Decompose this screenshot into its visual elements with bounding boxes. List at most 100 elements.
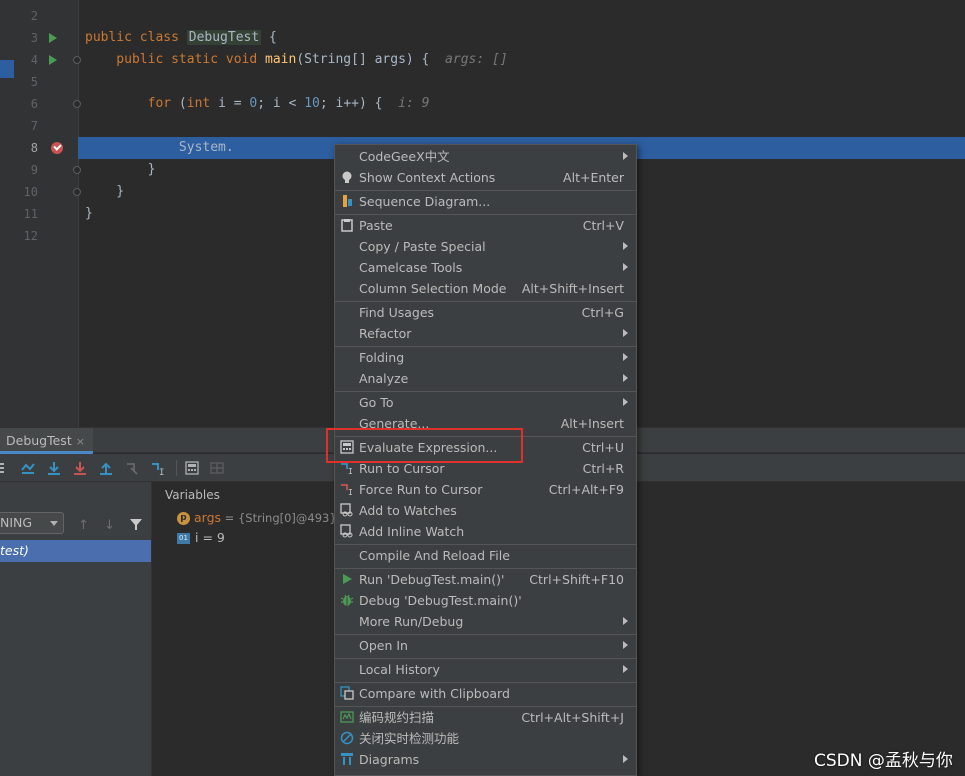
breakpoint-icon[interactable] [51,142,63,154]
thread-selector[interactable]: NING [0,512,64,534]
step-into-icon[interactable] [72,460,88,476]
filter-icon[interactable] [129,517,143,531]
variable-value: = {String[0]@493} [ [221,511,345,525]
arrow-down-icon[interactable]: ↓ [104,518,115,533]
show-execution-point-icon[interactable] [20,460,36,476]
compare-icon [340,686,354,700]
menu-item-camelcase-tools[interactable]: Camelcase Tools [335,257,636,278]
debug-bug-icon [340,593,354,607]
code-line[interactable]: 5 [0,71,965,93]
menu-item-refactor[interactable]: Refactor [335,323,636,344]
menu-item-compare-clipboard[interactable]: Compare with Clipboard [335,683,636,704]
menu-item-analyze[interactable]: Analyze [335,368,636,389]
close-icon[interactable]: × [76,435,85,448]
variable-row[interactable]: 01 i = 9 [177,528,225,548]
menu-item-label: Show Context Actions [359,170,496,185]
menu-item-generate[interactable]: Generate... Alt+Insert [335,413,636,434]
menu-item-add-to-watches[interactable]: Add to Watches [335,500,636,521]
menu-item-more-run-debug[interactable]: More Run/Debug [335,611,636,632]
parameter-badge-icon: p [177,512,190,525]
menu-item-label: Run 'DebugTest.main()' [359,572,505,587]
calculator-icon [340,440,354,454]
menu-item-diagrams[interactable]: Diagrams [335,749,636,770]
menu-item-label: Copy / Paste Special [359,239,486,254]
menu-item-sequence-diagram[interactable]: Sequence Diagram... [335,191,636,212]
run-gutter-icon[interactable] [49,33,57,43]
step-out-icon[interactable] [98,460,114,476]
frames-panel: NING ↑ ↓ test) [0,482,152,776]
code-token: (String[] args) { [296,52,430,67]
menu-item-label: Local History [359,662,440,677]
number-token: 10 [304,96,320,111]
code-token: for [147,96,172,111]
fold-icon[interactable] [73,188,81,196]
menu-item-add-inline-watch[interactable]: Add Inline Watch [335,521,636,542]
evaluate-expression-icon[interactable] [184,460,200,476]
menu-item-shortcut: Alt+Insert [560,416,624,431]
menu-item-folding[interactable]: Folding [335,347,636,368]
menu-item-codegeex[interactable]: CodeGeeX中文 [335,146,636,167]
code-line[interactable]: 2 [0,5,965,27]
trace-stream-icon[interactable] [209,460,225,476]
menu-item-label: 关闭实时检测功能 [359,731,460,746]
line-number: 2 [30,9,38,23]
menu-item-compile-reload[interactable]: Compile And Reload File [335,545,636,566]
menu-item-shortcut: Ctrl+G [581,305,624,320]
code-line[interactable]: 4 public static void main(String[] args)… [0,49,965,71]
menu-item-copy-paste-special[interactable]: Copy / Paste Special [335,236,636,257]
menu-item-shortcut: Ctrl+R [582,461,624,476]
menu-item-label: Force Run to Cursor [359,482,483,497]
menu-item-show-context-actions[interactable]: Show Context Actions Alt+Enter [335,167,636,188]
tab-debugtest[interactable]: DebugTest × [0,428,93,454]
class-name-token: DebugTest [186,30,262,45]
menu-item-run-to-cursor[interactable]: I Run to Cursor Ctrl+R [335,458,636,479]
stack-frame-item[interactable]: test) [0,540,151,562]
menu-item-evaluate-expression[interactable]: Evaluate Expression... Ctrl+U [335,437,636,458]
variable-row[interactable]: p args = {String[0]@493} [ [177,508,345,528]
menu-item-disable-realtime-check[interactable]: 关闭实时检测功能 [335,728,636,749]
menu-item-open-in[interactable]: Open In [335,635,636,656]
code-line[interactable]: 7 [0,115,965,137]
run-to-cursor-icon[interactable]: I [150,460,166,476]
chevron-down-icon [50,521,58,526]
fold-icon[interactable] [73,166,81,174]
code-line[interactable]: 3 public class DebugTest { [0,27,965,49]
fold-icon[interactable] [73,100,81,108]
arrow-up-icon[interactable]: ↑ [78,518,89,533]
menu-item-label: Folding [359,350,405,365]
svg-text:I: I [348,467,353,475]
method-name-token: main [265,52,297,67]
menu-item-debug-debugtest[interactable]: Debug 'DebugTest.main()' [335,590,636,611]
submenu-arrow-icon [623,398,628,406]
menu-item-find-usages[interactable]: Find Usages Ctrl+G [335,302,636,323]
menu-item-partial[interactable] [335,770,636,775]
menu-item-label: CodeGeeX中文 [359,149,450,164]
menu-item-column-selection-mode[interactable]: Column Selection Mode Alt+Shift+Insert [335,278,636,299]
menu-item-run-debugtest[interactable]: Run 'DebugTest.main()' Ctrl+Shift+F10 [335,569,636,590]
menu-item-go-to[interactable]: Go To [335,392,636,413]
menu-item-label: Add to Watches [359,503,457,518]
variables-title: Variables [165,488,220,502]
code-line[interactable]: 6 for (int i = 0; i < 10; i++) { i: 9 [0,93,965,115]
menu-item-label: Sequence Diagram... [359,194,491,209]
line-number: 8 [30,141,38,155]
menu-item-force-run-to-cursor[interactable]: I Force Run to Cursor Ctrl+Alt+F9 [335,479,636,500]
fold-icon[interactable] [73,56,81,64]
run-gutter-icon[interactable] [49,55,57,65]
code-token: { [261,30,277,45]
menu-item-code-scan[interactable]: 编码规约扫描 Ctrl+Alt+Shift+J [335,707,636,728]
menu-item-local-history[interactable]: Local History [335,659,636,680]
code-token: ; i++) { [319,96,383,111]
line-number: 12 [23,229,38,243]
disable-icon [340,731,354,745]
svg-text:I: I [348,488,353,496]
menu-item-label: Generate... [359,416,430,431]
primitive-badge-icon: 01 [177,533,190,544]
menu-icon[interactable] [0,460,16,476]
menu-item-shortcut: Ctrl+V [582,218,624,233]
drop-frame-icon[interactable] [124,460,140,476]
step-over-icon[interactable] [46,460,62,476]
menu-item-paste[interactable]: Paste Ctrl+V [335,215,636,236]
menu-item-label: Find Usages [359,305,435,320]
